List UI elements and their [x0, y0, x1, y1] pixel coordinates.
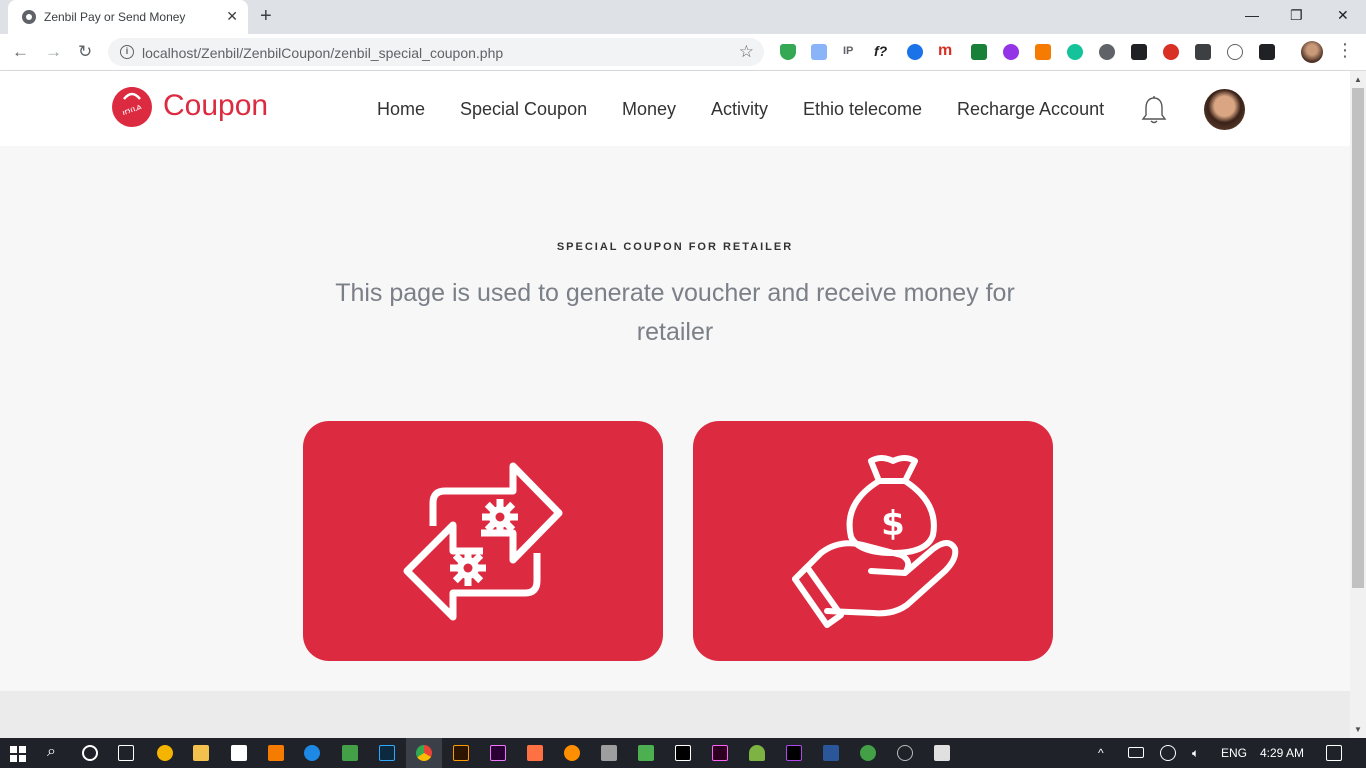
app-icon-circle[interactable] [897, 745, 913, 761]
forward-button[interactable]: → [45, 42, 62, 62]
word-icon[interactable] [823, 745, 839, 761]
minimize-button[interactable]: — [1245, 6, 1259, 24]
new-tab-button[interactable]: + [260, 5, 272, 27]
ball-icon[interactable] [1099, 44, 1115, 60]
task-view-icon[interactable] [118, 745, 134, 761]
notifications-icon[interactable] [1326, 745, 1342, 761]
windows-start-icon[interactable] [10, 746, 26, 762]
nav-home[interactable]: Home [377, 99, 425, 120]
app-icon-orange[interactable] [527, 745, 543, 761]
fx-icon[interactable]: f? [874, 42, 887, 60]
user-avatar[interactable] [1204, 89, 1245, 130]
ip-icon[interactable]: IP [843, 42, 853, 60]
xampp-icon[interactable] [268, 745, 284, 761]
cortana-icon[interactable] [82, 745, 98, 761]
logo-text[interactable]: Coupon [163, 89, 268, 123]
scroll-up-arrow-icon[interactable]: ▲ [1354, 75, 1362, 85]
battery-icon[interactable] [1128, 747, 1144, 758]
premiere-icon[interactable] [490, 745, 506, 761]
flag-icon[interactable] [971, 44, 987, 60]
app-icon-photo[interactable] [638, 745, 654, 761]
intellij-icon[interactable] [675, 745, 691, 761]
purple-ext-icon[interactable] [1003, 44, 1019, 60]
nav-recharge-account[interactable]: Recharge Account [957, 99, 1104, 120]
android-icon[interactable] [749, 745, 765, 761]
phpstorm-icon[interactable] [786, 745, 802, 761]
section-lead: This page is used to generate voucher an… [335, 279, 1015, 346]
site-info-icon[interactable]: i [120, 45, 134, 59]
mail-icon[interactable] [231, 745, 247, 761]
database-icon[interactable] [601, 745, 617, 761]
address-bar[interactable]: i localhost/Zenbil/ZenbilCoupon/zenbil_s… [108, 38, 764, 66]
volume-muted-icon[interactable]: 🔈︎ [1192, 746, 1199, 761]
tray-chevron-icon[interactable]: ^ [1098, 746, 1104, 760]
bookmark-star-icon[interactable]: ☆ [739, 42, 754, 62]
illustrator-icon[interactable] [453, 745, 469, 761]
scroll-down-arrow-icon[interactable]: ▼ [1354, 725, 1362, 735]
browser-tab[interactable]: Zenbil Pay or Send Money ✕ [8, 0, 248, 34]
file-explorer-icon[interactable] [193, 745, 209, 761]
app-icon-green[interactable] [342, 745, 358, 761]
nav-activity[interactable]: Activity [711, 99, 768, 120]
edge-icon[interactable] [304, 745, 320, 761]
profile-avatar[interactable] [1301, 41, 1323, 63]
database-ext-icon[interactable] [1195, 44, 1211, 60]
nav-ethio-telecome[interactable]: Ethio telecome [803, 99, 922, 120]
tab-close-icon[interactable]: ✕ [226, 8, 238, 24]
search-icon[interactable]: ⌕ [47, 743, 56, 761]
nav-money[interactable]: Money [622, 99, 676, 120]
site-header: ዘንቢል Coupon Home Special Coupon Money Ac… [0, 71, 1350, 146]
restore-button[interactable]: ❐ [1290, 6, 1303, 24]
app-icon-globe[interactable] [860, 745, 876, 761]
red-ext-icon[interactable] [1163, 44, 1179, 60]
windows-taskbar: ⌕ ^ 🔈︎ ENG 4:29 AM [0, 738, 1366, 768]
language-indicator[interactable]: ENG [1221, 746, 1247, 760]
browser-menu-icon[interactable]: ⋮ [1336, 40, 1354, 60]
bell-icon[interactable] [1141, 95, 1167, 125]
url-text[interactable]: localhost/Zenbil/ZenbilCoupon/zenbil_spe… [142, 45, 503, 61]
chrome-icon[interactable] [416, 745, 432, 761]
notification-ext-icon[interactable] [1131, 44, 1147, 60]
exchange-gears-icon [403, 462, 563, 621]
app-icon-key[interactable] [564, 745, 580, 761]
shield-icon[interactable] [780, 44, 796, 60]
a-icon[interactable] [907, 44, 923, 60]
globe-icon [22, 10, 36, 24]
section-eyebrow: SPECIAL COUPON FOR RETAILER [556, 241, 794, 253]
tab-title: Zenbil Pay or Send Money [44, 10, 186, 24]
box-ext-icon[interactable] [1259, 44, 1275, 60]
footer-band [0, 691, 1350, 738]
browser-tabstrip: Zenbil Pay or Send Money ✕ + — ❐ ✕ [0, 0, 1366, 34]
close-window-button[interactable]: ✕ [1337, 6, 1349, 24]
svg-text:$: $ [881, 504, 905, 544]
scroll-thumb[interactable] [1352, 88, 1364, 588]
reload-button[interactable]: ↻ [78, 42, 92, 62]
orange-ext-icon[interactable] [1035, 44, 1051, 60]
main-content: SPECIAL COUPON FOR RETAILER This page is… [0, 146, 1350, 691]
page-scrollbar[interactable]: ▲ ▼ [1350, 71, 1366, 738]
screen-icon[interactable] [811, 44, 827, 60]
java-icon[interactable] [934, 745, 950, 761]
receive-money-card[interactable]: $ [693, 421, 1053, 661]
photoshop-icon[interactable] [379, 745, 395, 761]
nav-special-coupon[interactable]: Special Coupon [460, 99, 587, 120]
network-icon[interactable] [1160, 745, 1176, 761]
back-button[interactable]: ← [12, 42, 29, 62]
voucher-exchange-card[interactable] [303, 421, 663, 661]
zenbil-logo-icon[interactable]: ዘንቢል [110, 83, 154, 127]
xd-icon[interactable] [712, 745, 728, 761]
hand-money-bag-icon: $ [792, 455, 959, 628]
code-ext-icon[interactable] [1227, 44, 1243, 60]
browser-toolbar: ← → ↻ i localhost/Zenbil/ZenbilCoupon/ze… [0, 34, 1366, 71]
m-icon[interactable]: m [938, 42, 952, 60]
app-icon-1[interactable] [157, 745, 173, 761]
clock[interactable]: 4:29 AM [1260, 746, 1304, 760]
grammarly-icon[interactable] [1067, 44, 1083, 60]
